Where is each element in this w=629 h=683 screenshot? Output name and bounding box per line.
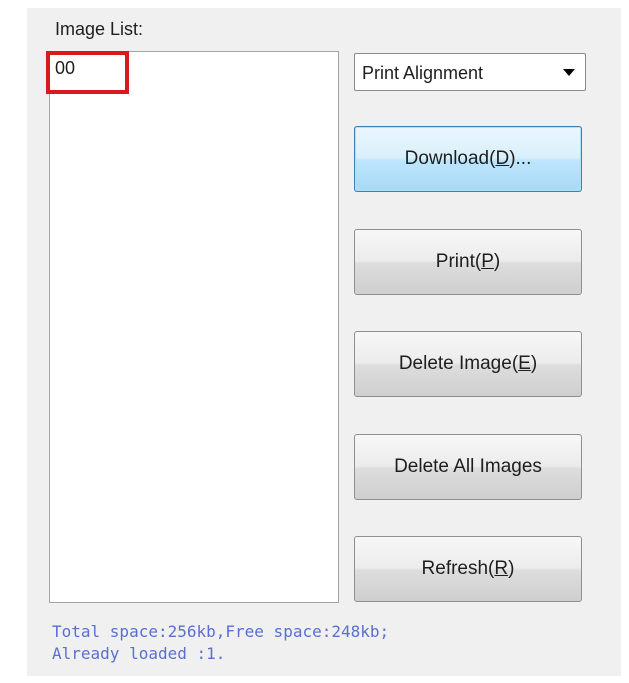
dropdown-selected-value: Print Alignment — [362, 63, 484, 83]
download-label: Download( — [404, 148, 496, 169]
delete-image-label: Delete Image( — [398, 353, 519, 374]
download-suffix: )... — [509, 148, 532, 169]
print-mnemonic: P — [481, 251, 494, 272]
download-mnemonic: D — [495, 148, 510, 169]
refresh-button[interactable]: Refresh(R) — [354, 536, 582, 602]
delete-image-mnemonic: E — [518, 353, 531, 374]
image-list-label: Image List: — [55, 19, 144, 39]
download-button[interactable]: Download(D)... — [354, 126, 582, 192]
delete-image-button[interactable]: Delete Image(E) — [354, 331, 582, 397]
space-status: Total space:256kb,Free space:248kb; Alre… — [52, 621, 389, 665]
refresh-mnemonic: R — [494, 558, 509, 579]
print-alignment-dropdown[interactable]: Print Alignment — [354, 53, 586, 91]
print-suffix: ) — [493, 251, 501, 272]
space-status-line1: Total space:256kb,Free space:248kb; — [52, 622, 390, 641]
print-button[interactable]: Print(P) — [354, 229, 582, 295]
delete-all-images-button[interactable]: Delete All Images — [354, 434, 582, 500]
image-list[interactable]: 00 — [49, 51, 339, 603]
space-status-line2: Already loaded :1. — [52, 644, 226, 663]
print-label: Print( — [435, 251, 482, 272]
delete-all-label: Delete All Images — [394, 456, 542, 477]
refresh-suffix: ) — [508, 558, 515, 579]
chevron-down-icon — [563, 69, 575, 76]
refresh-label: Refresh( — [421, 558, 495, 579]
delete-image-suffix: ) — [530, 353, 538, 374]
list-item[interactable]: 00 — [55, 57, 75, 79]
